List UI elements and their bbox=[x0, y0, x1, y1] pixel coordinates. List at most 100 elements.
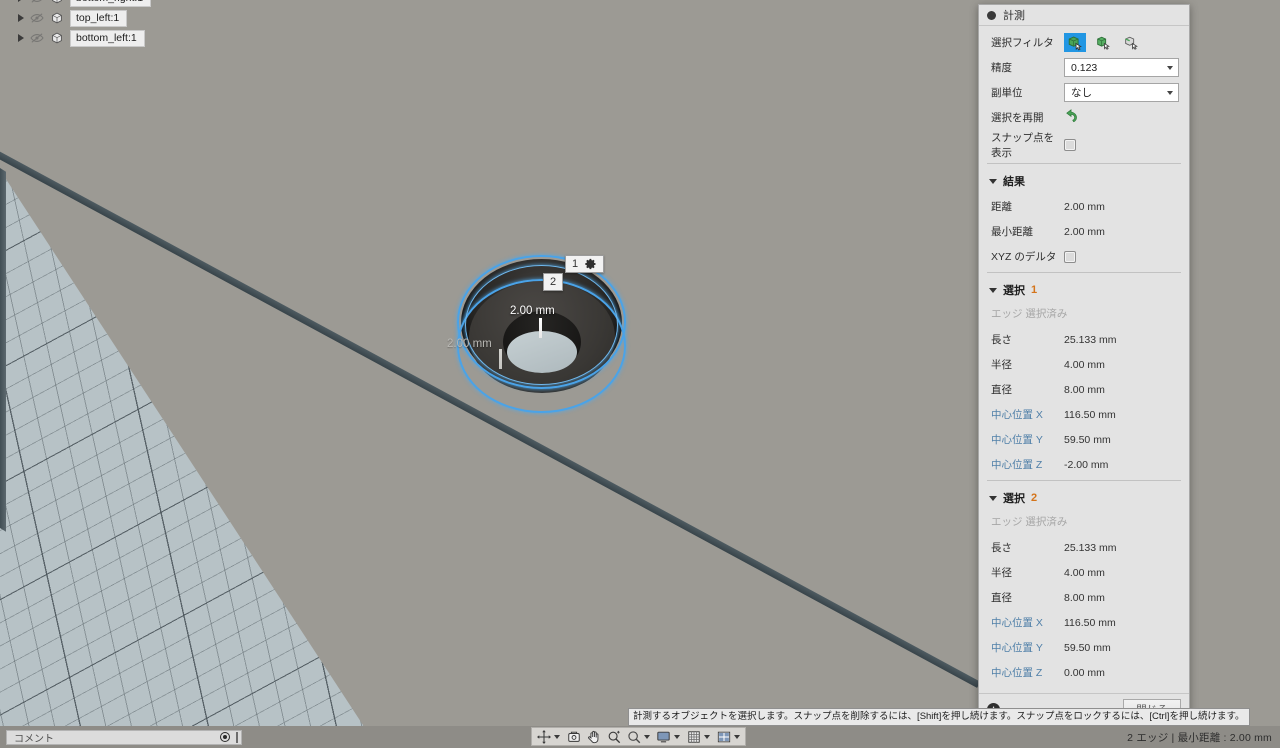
eye-hidden-icon[interactable] bbox=[30, 32, 44, 44]
precision-row: 精度 0.123 bbox=[979, 55, 1189, 80]
diameter-value: 8.00 mm bbox=[1064, 591, 1105, 604]
measure-panel-header[interactable]: 計測 bbox=[979, 5, 1189, 26]
application-window: 2.00 mm 2.00 mm 1 2 top_left:1 bottom_le… bbox=[0, 0, 1280, 748]
select-face-icon[interactable] bbox=[1092, 33, 1114, 52]
pan-hand-icon[interactable] bbox=[584, 728, 603, 745]
triangle-down-icon[interactable] bbox=[989, 495, 997, 501]
collapse-dot-icon[interactable] bbox=[987, 10, 996, 20]
comment-input[interactable]: コメント bbox=[6, 729, 242, 745]
browser-item-top-left[interactable]: top_left:1 bbox=[0, 8, 170, 28]
eye-hidden-icon[interactable] bbox=[30, 12, 44, 24]
part-left-edge bbox=[0, 168, 6, 532]
counterbore-hole[interactable]: 2.00 mm 2.00 mm 1 2 bbox=[447, 255, 630, 413]
triangle-down-icon[interactable] bbox=[989, 178, 997, 184]
center-y-value: 59.50 mm bbox=[1064, 433, 1111, 446]
subunit-select[interactable]: なし bbox=[1064, 83, 1179, 102]
length-value: 25.133 mm bbox=[1064, 541, 1117, 554]
grid-snap-icon[interactable] bbox=[684, 728, 703, 745]
triangle-down-icon[interactable] bbox=[989, 287, 997, 293]
select-body-icon[interactable] bbox=[1064, 33, 1086, 52]
comment-divider bbox=[236, 731, 238, 743]
precision-select[interactable]: 0.123 bbox=[1064, 58, 1179, 77]
center-z-value: -2.00 mm bbox=[1064, 458, 1109, 471]
radius-value: 4.00 mm bbox=[1064, 358, 1105, 371]
selection-1-index: 1 bbox=[1031, 284, 1038, 296]
gear-icon[interactable] bbox=[585, 258, 597, 270]
triangle-right-icon[interactable] bbox=[18, 34, 24, 42]
viewports-icon[interactable] bbox=[714, 728, 733, 745]
eye-hidden-icon[interactable] bbox=[30, 0, 44, 4]
selection-2-section-header[interactable]: 選択 2 bbox=[979, 484, 1189, 511]
results-section-header[interactable]: 結果 bbox=[979, 167, 1189, 194]
selection-2-center-z: 中心位置 Z 0.00 mm bbox=[979, 660, 1189, 685]
selection-2-index: 2 bbox=[1031, 492, 1038, 504]
chevron-down-icon[interactable] bbox=[734, 734, 740, 739]
selection-tag-2[interactable]: 2 bbox=[543, 273, 564, 291]
chevron-down-icon[interactable] bbox=[554, 734, 560, 739]
selection-1-length: 長さ 25.133 mm bbox=[979, 327, 1189, 352]
diameter-label: 直径 bbox=[991, 384, 1012, 396]
selection-1-heading: 選択 bbox=[1003, 285, 1025, 297]
diameter-value: 8.00 mm bbox=[1064, 383, 1105, 396]
measure-panel: 計測 選択フィルタ 精度 0.123 副単位 なし 選択を再開 スナップ点を表示… bbox=[978, 4, 1190, 726]
selection-1-center-x: 中心位置 X 116.50 mm bbox=[979, 402, 1189, 427]
selection-2-heading: 選択 bbox=[1003, 493, 1025, 505]
show-snap-points-checkbox[interactable] bbox=[1064, 139, 1076, 151]
subunit-row: 副単位 なし bbox=[979, 80, 1189, 105]
browser-item-label[interactable]: bottom_right:1 bbox=[70, 0, 152, 7]
min-distance-label: 最小距離 bbox=[991, 226, 1033, 238]
browser-item-bottom-right[interactable]: bottom_right:1 bbox=[0, 0, 170, 8]
selection-1-section-header[interactable]: 選択 1 bbox=[979, 276, 1189, 303]
select-edge-icon[interactable] bbox=[1120, 33, 1142, 52]
browser-item-label[interactable]: bottom_left:1 bbox=[70, 29, 145, 47]
selection-2-hint: エッジ 選択済み bbox=[991, 516, 1068, 528]
zoom-fit-icon[interactable] bbox=[624, 728, 643, 745]
dimension-arrow-active bbox=[539, 318, 542, 338]
chevron-down-icon[interactable] bbox=[704, 734, 710, 739]
selection-1-radius: 半径 4.00 mm bbox=[979, 352, 1189, 377]
divider bbox=[987, 480, 1181, 481]
look-at-icon[interactable] bbox=[564, 728, 583, 745]
triangle-right-icon[interactable] bbox=[18, 14, 24, 22]
status-tooltip: 計測するオブジェクトを選択します。スナップ点を削除するには、[Shift]を押し… bbox=[628, 708, 1250, 726]
diameter-label: 直径 bbox=[991, 592, 1012, 604]
center-x-label: 中心位置 X bbox=[991, 409, 1043, 421]
display-settings-icon[interactable] bbox=[654, 728, 673, 745]
center-z-value: 0.00 mm bbox=[1064, 666, 1105, 679]
navigation-toolbar[interactable] bbox=[531, 727, 746, 746]
selection-1-hint: エッジ 選択済み bbox=[991, 308, 1068, 320]
comment-placeholder: コメント bbox=[14, 733, 54, 745]
radius-label: 半径 bbox=[991, 359, 1012, 371]
zoom-in-icon[interactable] bbox=[604, 728, 623, 745]
bottom-status-bar: コメント 2 エッジ | 最小距離: 2.00 mm bbox=[0, 726, 1280, 748]
browser-item-label[interactable]: top_left:1 bbox=[70, 9, 128, 27]
divider bbox=[987, 272, 1181, 273]
xyz-delta-checkbox[interactable] bbox=[1064, 250, 1076, 263]
hole-bottom-surface[interactable] bbox=[507, 331, 577, 373]
center-y-label: 中心位置 Y bbox=[991, 642, 1043, 654]
browser-item-bottom-left[interactable]: bottom_left:1 bbox=[0, 28, 170, 48]
show-snap-points-row: スナップ点を表示 bbox=[979, 130, 1189, 160]
browser-tree[interactable]: bottom_right:1 top_left:1 bbox=[0, 0, 170, 48]
chevron-down-icon[interactable] bbox=[1167, 65, 1173, 70]
selection-2-center-x: 中心位置 X 116.50 mm bbox=[979, 610, 1189, 635]
subunit-value: なし bbox=[1071, 87, 1092, 99]
selection-filter-label: 選択フィルタ bbox=[991, 37, 1054, 49]
triangle-right-icon[interactable] bbox=[18, 0, 24, 2]
dimension-arrow-dimmed bbox=[499, 349, 502, 369]
radius-label: 半径 bbox=[991, 567, 1012, 579]
chevron-down-icon[interactable] bbox=[1167, 90, 1173, 95]
selection-1-center-z: 中心位置 Z -2.00 mm bbox=[979, 452, 1189, 477]
selection-tag-1[interactable]: 1 bbox=[565, 255, 605, 273]
undo-arrow-icon[interactable] bbox=[1064, 108, 1079, 127]
selection-filter-row: 選択フィルタ bbox=[979, 30, 1189, 55]
chevron-down-icon[interactable] bbox=[644, 734, 650, 739]
chevron-down-icon[interactable] bbox=[674, 734, 680, 739]
result-row-min-distance: 最小距離 2.00 mm bbox=[979, 219, 1189, 244]
orbit-icon[interactable] bbox=[534, 728, 553, 745]
distance-label: 距離 bbox=[991, 201, 1012, 213]
comment-record-icon[interactable] bbox=[221, 733, 229, 741]
distance-value: 2.00 mm bbox=[1064, 200, 1105, 213]
precision-value: 0.123 bbox=[1071, 61, 1098, 74]
component-icon bbox=[50, 11, 64, 25]
